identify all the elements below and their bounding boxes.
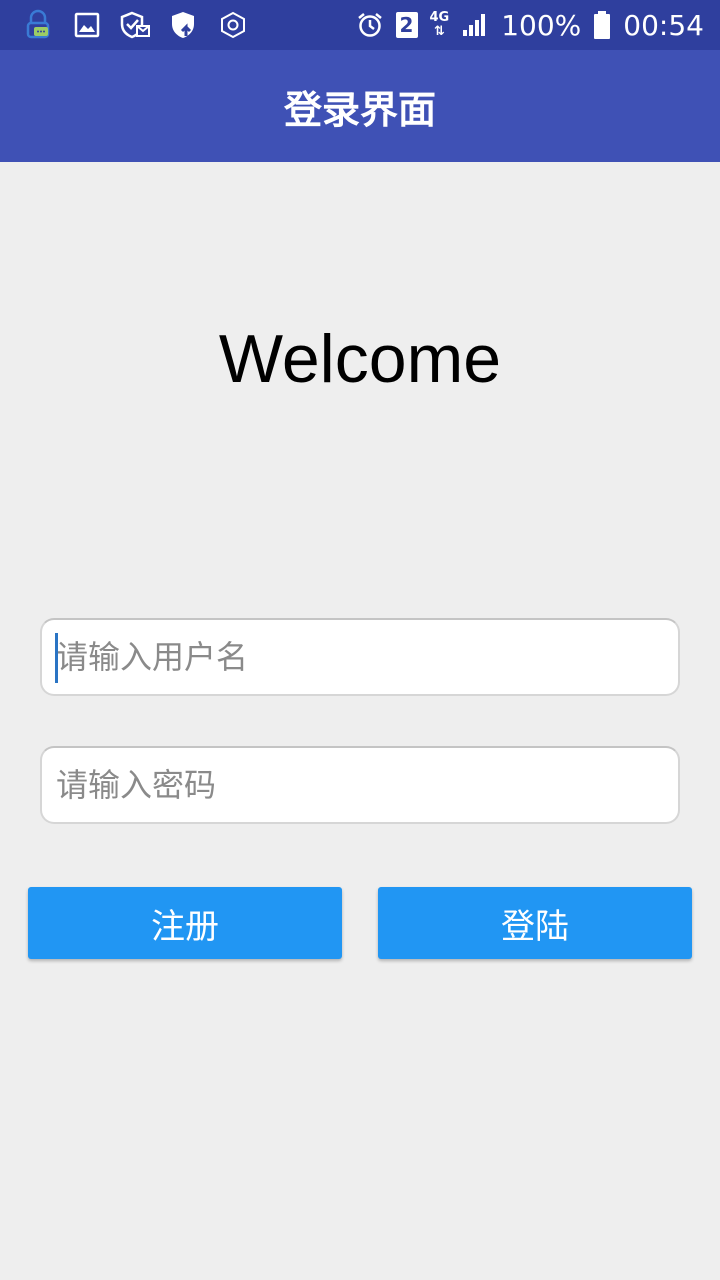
login-button[interactable]: 登陆 bbox=[378, 887, 692, 959]
welcome-heading: Welcome bbox=[218, 321, 502, 397]
text-cursor bbox=[55, 633, 58, 683]
lock-chat-notification-icon bbox=[24, 9, 54, 41]
password-input[interactable] bbox=[42, 748, 678, 822]
register-button[interactable]: 注册 bbox=[28, 887, 342, 959]
network-type-label: 4G bbox=[429, 10, 450, 25]
image-notification-icon bbox=[74, 12, 100, 38]
signal-strength-icon bbox=[461, 12, 489, 38]
sim-slot-badge: 2 bbox=[395, 12, 418, 38]
network-type-indicator: 4G ⇅ bbox=[430, 11, 450, 39]
app-bar: 登录界面 bbox=[0, 50, 720, 162]
battery-icon bbox=[593, 10, 611, 40]
notification-icons bbox=[24, 8, 246, 42]
system-status: 2 4G ⇅ 100% 00:54 bbox=[356, 8, 704, 42]
shield-upload-notification-icon bbox=[170, 10, 200, 40]
status-bar: 2 4G ⇅ 100% 00:54 bbox=[0, 0, 720, 50]
battery-percentage: 100% bbox=[501, 8, 582, 42]
shield-check-notification-icon bbox=[120, 11, 150, 39]
username-input[interactable] bbox=[42, 620, 678, 694]
password-field-container bbox=[40, 746, 680, 824]
hexagon-notification-icon bbox=[220, 11, 246, 39]
data-transfer-arrows-icon: ⇅ bbox=[433, 24, 445, 39]
clock-time: 00:54 bbox=[623, 8, 704, 42]
page-title: 登录界面 bbox=[283, 87, 436, 132]
username-field-container bbox=[40, 618, 680, 696]
alarm-icon bbox=[356, 11, 384, 39]
